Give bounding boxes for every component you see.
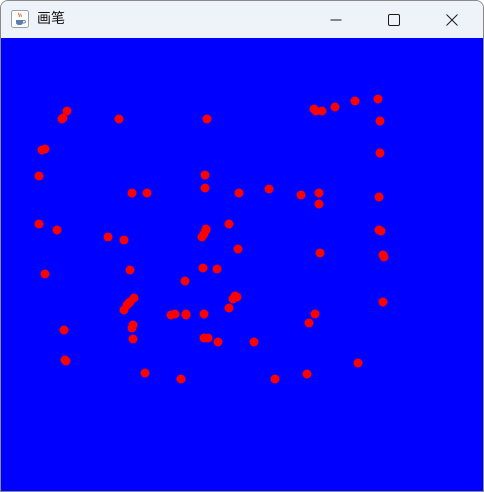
paint-dot <box>270 374 280 384</box>
paint-dot <box>125 265 135 275</box>
paint-dot <box>176 374 186 384</box>
paint-dot <box>314 188 324 198</box>
paint-dot <box>203 333 213 343</box>
paint-dot <box>375 148 385 158</box>
paint-dot <box>314 199 324 209</box>
paint-dot <box>249 337 259 347</box>
paint-dot <box>202 114 212 124</box>
paint-dot <box>180 276 190 286</box>
paint-dot <box>52 225 62 235</box>
paint-dot <box>119 235 129 245</box>
paint-dot <box>311 106 321 116</box>
paint-dot <box>34 219 44 229</box>
paint-dot <box>232 292 242 302</box>
close-icon <box>446 13 458 26</box>
paint-dot <box>114 114 124 124</box>
paint-dot <box>353 358 363 368</box>
paint-dot <box>373 94 383 104</box>
paint-dot <box>304 318 314 328</box>
paint-dot <box>198 263 208 273</box>
paint-dot <box>330 102 340 112</box>
window-title: 画笔 <box>37 11 65 27</box>
drawing-canvas[interactable] <box>1 38 483 491</box>
app-window: 画笔 <box>0 0 484 492</box>
paint-dot <box>200 183 210 193</box>
paint-dot <box>233 244 243 254</box>
paint-dot <box>128 334 138 344</box>
paint-dot <box>212 264 222 274</box>
dots-layer <box>34 94 389 384</box>
paint-dot <box>224 219 234 229</box>
paint-dot <box>142 188 152 198</box>
paint-dot <box>264 184 274 194</box>
paint-dot <box>350 96 360 106</box>
paint-dot <box>181 310 191 320</box>
paint-dot <box>60 355 70 365</box>
paint-dot <box>213 337 223 347</box>
paint-dot <box>37 145 47 155</box>
paint-dot <box>103 232 113 242</box>
paint-dot <box>376 226 386 236</box>
paint-dot <box>59 325 69 335</box>
paint-dot <box>199 309 209 319</box>
paint-dot <box>224 303 234 313</box>
paint-dot <box>315 248 325 258</box>
minimize-button[interactable] <box>313 1 359 38</box>
paint-dot <box>375 116 385 126</box>
close-button[interactable] <box>429 1 475 38</box>
paint-dot <box>378 297 388 307</box>
paint-dot <box>200 170 210 180</box>
minimize-icon <box>330 19 342 20</box>
title-bar[interactable]: 画笔 <box>1 1 483 38</box>
paint-dot <box>201 224 211 234</box>
paint-dot <box>296 190 306 200</box>
paint-dot <box>140 368 150 378</box>
paint-dot <box>170 309 180 319</box>
maximize-icon <box>388 13 400 26</box>
paint-dot <box>234 188 244 198</box>
maximize-button[interactable] <box>371 1 417 38</box>
paint-dot <box>40 269 50 279</box>
paint-dot <box>310 309 320 319</box>
paint-dot <box>127 323 137 333</box>
paint-dot <box>374 192 384 202</box>
paint-dot <box>127 188 137 198</box>
paint-dot <box>58 113 68 123</box>
paint-dot <box>379 252 389 262</box>
java-app-icon <box>11 10 29 28</box>
paint-dot <box>34 171 44 181</box>
paint-dot <box>302 369 312 379</box>
paint-dot <box>124 298 134 308</box>
